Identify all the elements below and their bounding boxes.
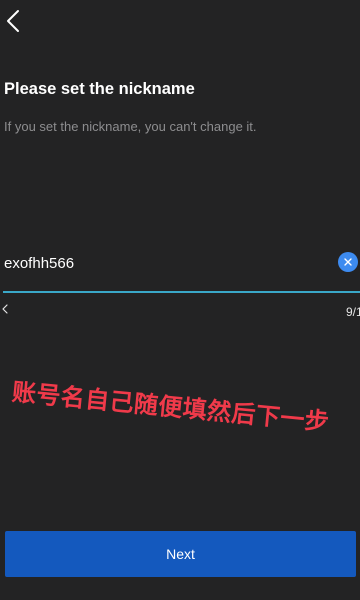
input-underline (3, 291, 360, 293)
character-counter: 9/1 (346, 305, 360, 319)
chevron-left-icon (1, 302, 9, 314)
next-button[interactable]: Next (5, 531, 356, 577)
nickname-field (3, 248, 360, 292)
page-subtitle: If you set the nickname, you can't chang… (4, 119, 257, 134)
back-button[interactable] (2, 8, 24, 38)
overlay-caption: 账号名自己随便填然后下一步 (10, 377, 331, 437)
chevron-left-icon (6, 9, 20, 38)
page-title: Please set the nickname (4, 80, 195, 98)
nickname-input[interactable] (3, 248, 324, 278)
clear-input-button[interactable] (338, 252, 358, 272)
close-icon (344, 253, 352, 271)
